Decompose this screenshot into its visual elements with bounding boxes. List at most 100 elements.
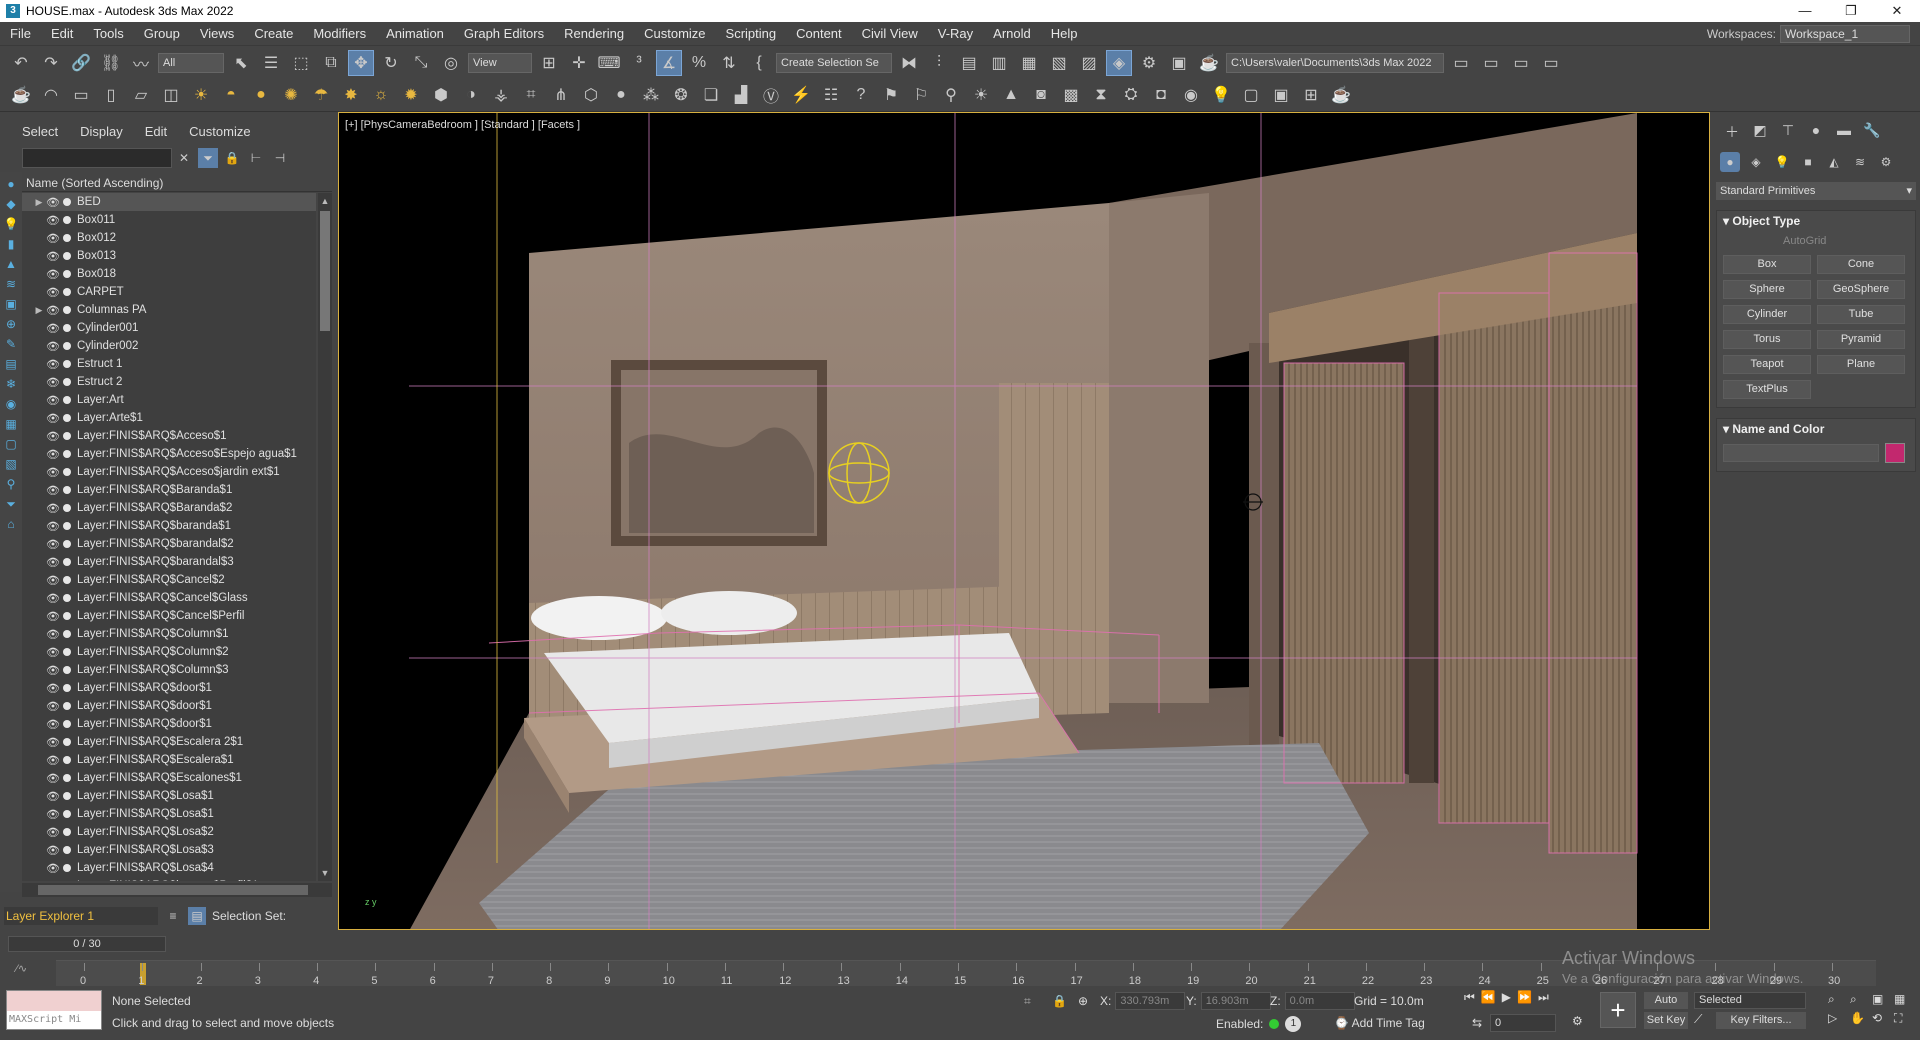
modify-tab-icon[interactable]: ◩: [1750, 122, 1770, 142]
explorer-row[interactable]: 👁 Layer:FINIS$ARQ$Losa$1: [22, 805, 316, 823]
menu-tools[interactable]: Tools: [83, 26, 133, 41]
display-xrefs-icon[interactable]: ⊕: [3, 316, 19, 332]
freeze-dot-icon[interactable]: [63, 648, 71, 656]
explorer-row[interactable]: 👁 Layer:FINIS$ARQ$Escalera 2$1: [22, 733, 316, 751]
lock-icon[interactable]: 🔒: [222, 148, 242, 168]
scroll-thumb[interactable]: [320, 211, 330, 331]
visibility-eye-icon[interactable]: 👁: [46, 700, 60, 713]
layer-explorer-icon[interactable]: ▥: [986, 50, 1012, 76]
vray-omni-icon[interactable]: ✸: [338, 82, 364, 108]
freeze-dot-icon[interactable]: [63, 666, 71, 674]
visibility-eye-icon[interactable]: 👁: [46, 538, 60, 551]
menu-vray[interactable]: V-Ray: [928, 26, 983, 41]
select-by-name-icon[interactable]: ☰: [258, 50, 284, 76]
menu-arnold[interactable]: Arnold: [983, 26, 1041, 41]
explorer-row[interactable]: 👁 Layer:FINIS$ARQ$Escalones$1: [22, 769, 316, 787]
vray-sun-light-icon[interactable]: ☼: [368, 82, 394, 108]
visibility-eye-icon[interactable]: 👁: [46, 772, 60, 785]
display-spacewarps-icon[interactable]: ≋: [3, 276, 19, 292]
time-slider[interactable]: 0 / 30: [8, 936, 166, 952]
play-icon[interactable]: ▶: [1502, 990, 1511, 1005]
absolute-mode-icon[interactable]: ⊕: [1078, 994, 1088, 1008]
vray-list-icon[interactable]: ☷: [818, 82, 844, 108]
visibility-eye-icon[interactable]: 👁: [46, 412, 60, 425]
explorer-row[interactable]: 👁 Layer:FINIS$ARQ$door$1: [22, 697, 316, 715]
freeze-dot-icon[interactable]: [63, 558, 71, 566]
project-folder-icon-1[interactable]: ▭: [1448, 50, 1474, 76]
material-multi-icon[interactable]: ⁂: [638, 82, 664, 108]
explorer-row[interactable]: 👁 Layer:FINIS$ARQ$louvers$Perfil$1: [22, 877, 316, 881]
selection-lock-icon[interactable]: 🔒: [1052, 994, 1067, 1008]
freeze-dot-icon[interactable]: [63, 846, 71, 854]
explorer-row[interactable]: 👁 Layer:FINIS$ARQ$Baranda$2: [22, 499, 316, 517]
freeze-dot-icon[interactable]: [63, 396, 71, 404]
freeze-dot-icon[interactable]: [63, 756, 71, 764]
arnold-render-view-icon[interactable]: ◉: [1178, 82, 1204, 108]
select-object-icon[interactable]: ⬉: [228, 50, 254, 76]
menu-file[interactable]: File: [0, 26, 41, 41]
previous-frame-icon[interactable]: ⏪: [1481, 990, 1496, 1005]
visibility-eye-icon[interactable]: 👁: [46, 376, 60, 389]
y-field[interactable]: 16.903m: [1200, 992, 1271, 1010]
enabled-indicator-icon[interactable]: [1269, 1019, 1280, 1029]
menu-help[interactable]: Help: [1041, 26, 1088, 41]
edit-named-sets-icon[interactable]: {: [746, 50, 772, 76]
freeze-dot-icon[interactable]: [63, 324, 71, 332]
freeze-dot-icon[interactable]: [63, 288, 71, 296]
explorer-row[interactable]: 👁 Layer:FINIS$ARQ$barandal$3: [22, 553, 316, 571]
schematic-view-icon[interactable]: ▨: [1076, 50, 1102, 76]
explorer-row[interactable]: 👁 Cylinder001: [22, 319, 316, 337]
arnold-sun-icon[interactable]: ☀: [968, 82, 994, 108]
arnold-filter-icon[interactable]: ⧗: [1088, 82, 1114, 108]
visibility-eye-icon[interactable]: 👁: [46, 610, 60, 623]
sort-by-layer-icon[interactable]: ▤: [188, 907, 206, 925]
link-icon[interactable]: 🔗: [68, 50, 94, 76]
curve-editor-icon[interactable]: ▧: [1046, 50, 1072, 76]
scene-explorer-icon[interactable]: ▤: [956, 50, 982, 76]
display-bones-icon[interactable]: ✎: [3, 336, 19, 352]
vray-camera-icon[interactable]: ◫: [158, 82, 184, 108]
z-field[interactable]: 0.0m: [1284, 992, 1355, 1010]
explorer-row[interactable]: ▶ 👁 Columnas PA: [22, 301, 316, 319]
visibility-eye-icon[interactable]: 👁: [46, 628, 60, 641]
freeze-dot-icon[interactable]: [63, 216, 71, 224]
visibility-eye-icon[interactable]: 👁: [46, 844, 60, 857]
visibility-eye-icon[interactable]: 👁: [46, 880, 60, 882]
explorer-row[interactable]: 👁 Layer:Art: [22, 391, 316, 409]
explorer-row[interactable]: 👁 Cylinder002: [22, 337, 316, 355]
visibility-eye-icon[interactable]: 👁: [46, 214, 60, 227]
bind-spacewarp-icon[interactable]: 〰: [128, 50, 154, 76]
shapes-icon[interactable]: ◈: [1746, 152, 1766, 172]
freeze-dot-icon[interactable]: [63, 576, 71, 584]
arnold-volume-icon[interactable]: ▩: [1058, 82, 1084, 108]
vray-proxy-icon[interactable]: ▭: [68, 82, 94, 108]
toggle-ribbon-icon[interactable]: ▦: [1016, 50, 1042, 76]
freeze-dot-icon[interactable]: [63, 486, 71, 494]
display-none-icon[interactable]: ▢: [3, 436, 19, 452]
display-geometry-icon[interactable]: ●: [3, 176, 19, 192]
curve-editor-toggle-icon[interactable]: ⁄∿: [16, 962, 27, 975]
plane-button[interactable]: Plane: [1817, 355, 1905, 374]
named-selection-sets-dropdown[interactable]: Create Selection Se: [776, 52, 892, 73]
vfb-icon[interactable]: ▟: [728, 82, 754, 108]
display-cameras-icon[interactable]: ▮: [3, 236, 19, 252]
visibility-eye-icon[interactable]: 👁: [46, 232, 60, 245]
key-filters-button[interactable]: Key Filters...: [1716, 1012, 1806, 1029]
visibility-eye-icon[interactable]: 👁: [46, 502, 60, 515]
hierarchy-icon[interactable]: ⊢: [246, 148, 266, 168]
visibility-eye-icon[interactable]: 👁: [46, 268, 60, 281]
freeze-dot-icon[interactable]: [63, 270, 71, 278]
explorer-row[interactable]: 👁 CARPET: [22, 283, 316, 301]
vray-mesh-icon[interactable]: ⚶: [488, 82, 514, 108]
lights-icon[interactable]: 💡: [1772, 152, 1792, 172]
current-frame-field[interactable]: 0: [1490, 1014, 1556, 1032]
menu-rendering[interactable]: Rendering: [554, 26, 634, 41]
systems-icon[interactable]: ⚙: [1876, 152, 1896, 172]
vray-spot-icon[interactable]: ☂: [308, 82, 334, 108]
clear-search-icon[interactable]: ✕: [174, 148, 194, 168]
visibility-eye-icon[interactable]: 👁: [46, 520, 60, 533]
scroll-down-icon[interactable]: ▼: [318, 865, 332, 881]
restore-button[interactable]: ❐: [1828, 0, 1874, 22]
visibility-eye-icon[interactable]: 👁: [46, 574, 60, 587]
display-hidden-icon[interactable]: ◉: [3, 396, 19, 412]
